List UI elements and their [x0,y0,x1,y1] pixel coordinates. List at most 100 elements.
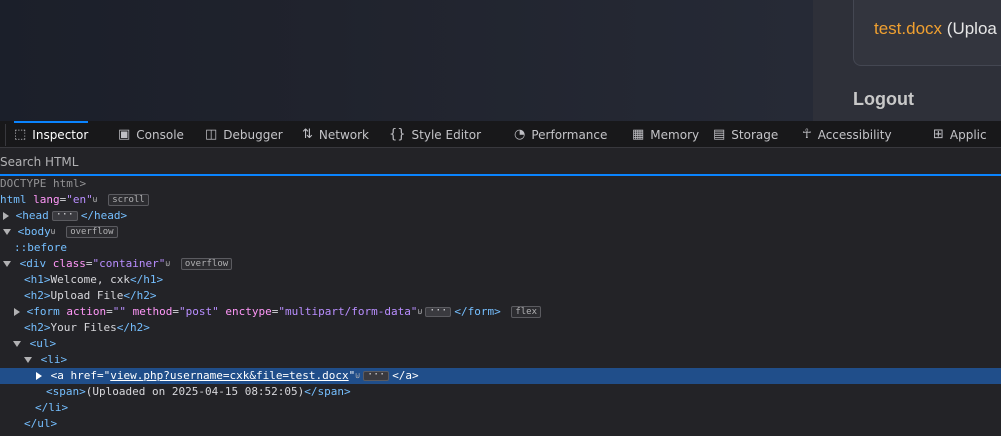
tab-memory[interactable]: ▦ Memory [632,121,700,147]
tab-performance[interactable]: ◔ Performance [514,121,608,147]
tab-inspector[interactable]: ⬚ Inspector [14,121,89,147]
logout-link[interactable]: Logout [853,89,914,110]
performance-icon: ◔ [514,127,526,142]
collapse-toggle-icon[interactable] [3,261,11,267]
tag-name: <h1> [24,273,51,286]
scroll-badge[interactable]: scroll [108,194,149,206]
page-viewport: test.docx (Uploa Logout [0,0,1001,121]
collapsed-ellipsis-icon[interactable]: ··· [425,306,452,317]
tree-row-doctype[interactable]: DOCTYPE html> [0,176,1001,192]
attr-name: enctype [225,305,272,318]
tree-row-before[interactable]: ::before [0,240,1001,256]
tree-row-head[interactable]: <head ··· </head> [0,208,1001,224]
tag-close: </li> [35,401,69,414]
attr-value: "en" [66,193,93,206]
attr-value: "multipart/form-data" [278,305,418,318]
tag-close: </form> [454,305,501,318]
tag-name: html [0,193,27,206]
tab-label: Applic [949,127,987,142]
tree-row-h2[interactable]: <h2>Upload File</h2> [0,288,1001,304]
tab-label: Debugger [223,127,283,142]
tag-name: <head [15,209,49,222]
collapsed-ellipsis-icon[interactable]: ··· [51,210,78,221]
tab-label: Network [318,127,370,142]
attr-name: lang [33,193,60,206]
overflow-badge[interactable]: overflow [180,258,233,270]
attr-name: class [52,257,86,270]
tab-label: Console [136,127,184,142]
tag-name: <ul> [29,337,57,350]
tab-label: Accessibility [817,127,892,142]
tag-close: </span> [304,385,351,398]
text-node: Upload File [50,289,124,302]
tag-close: </head> [80,209,128,222]
tab-accessibility[interactable]: ☥ Accessibility [802,121,892,147]
tag-close: </ul> [24,417,58,430]
network-icon: ⇅ [302,127,313,142]
attr-value: "container" [92,257,166,270]
collapsed-ellipsis-icon[interactable]: ··· [363,370,390,381]
memory-icon: ▦ [632,127,645,142]
toolbar-edge [0,124,6,146]
tab-style-editor[interactable]: {} Style Editor [389,121,482,147]
tree-row-h2-files[interactable]: <h2>Your Files</h2> [0,320,1001,336]
tag-name: <form [26,305,60,318]
tree-row-a-selected[interactable]: <a href="view.php?username=cxk&file=test… [0,368,1001,384]
collapse-toggle-icon[interactable] [13,341,21,347]
tree-row-form[interactable]: <form action="" method="post" enctype="m… [0,304,1001,320]
tab-application[interactable]: ⊞ Applic [933,121,987,147]
tree-row-ul[interactable]: <ul> [0,336,1001,352]
expand-toggle-icon[interactable] [14,308,20,316]
tag-name: <h2> [24,289,51,302]
flex-badge[interactable]: flex [511,306,541,318]
page-background [0,0,813,121]
attr-value: "" [112,305,126,318]
expand-toggle-icon[interactable] [36,372,42,380]
search-html-input[interactable] [0,153,600,171]
pseudo-element: ::before [14,241,67,254]
collapse-toggle-icon[interactable] [3,229,11,235]
tab-label: Style Editor [411,127,482,142]
attr-name: method [132,305,173,318]
tree-row-div-container[interactable]: <div class="container"⊍ overflow [0,256,1001,272]
tag-close: </h2> [123,289,157,302]
tab-label: Performance [531,127,608,142]
style-editor-icon: {} [389,127,406,142]
tab-console[interactable]: ▣ Console [118,121,184,147]
tag-close: </h2> [116,321,150,334]
attr-value: "post" [179,305,219,318]
file-entry: test.docx (Uploa [874,19,997,39]
tab-storage[interactable]: ▤ Storage [713,121,778,147]
tag-name: <body [17,225,51,238]
search-bar [0,149,1001,176]
tag-name: <li> [40,353,68,366]
console-icon: ▣ [118,127,131,142]
text-node: (Uploaded on 2025-04-15 08:52:05) [85,385,305,398]
tab-network[interactable]: ⇅ Network [302,121,370,147]
attr-name: action [66,305,107,318]
file-upload-meta: (Uploa [946,19,997,38]
tree-row-ul-close[interactable]: </ul> [0,416,1001,432]
tab-debugger[interactable]: ◫ Debugger [205,121,283,147]
tree-row-li[interactable]: <li> [0,352,1001,368]
tree-row-li-close[interactable]: </li> [0,400,1001,416]
tree-row-html[interactable]: html lang="en"⊍ scroll [0,192,1001,208]
accessibility-icon: ☥ [802,127,812,142]
collapse-toggle-icon[interactable] [24,357,32,363]
tab-label: Inspector [32,127,89,142]
inspector-icon: ⬚ [14,127,27,142]
tree-row-body[interactable]: <body⊍ overflow [0,224,1001,240]
file-link[interactable]: test.docx [874,19,942,38]
tag-close: </h1> [129,273,164,286]
tree-row-span[interactable]: <span>(Uploaded on 2025-04-15 08:52:05)<… [0,384,1001,400]
devtools-panel: ⬚ Inspector ▣ Console ◫ Debugger ⇅ Netwo… [0,121,1001,436]
attr-name: href [70,369,98,382]
tab-label: Memory [650,127,700,142]
overflow-badge[interactable]: overflow [66,226,118,238]
tag-name: <div [19,257,47,270]
tag-close: </a> [392,369,419,382]
tree-row-h1[interactable]: <h1>Welcome, cxk</h1> [0,272,1001,288]
devtools-toolbar: ⬚ Inspector ▣ Console ◫ Debugger ⇅ Netwo… [0,121,1001,148]
href-link[interactable]: view.php?username=cxk&file=test.docx [110,369,348,382]
expand-toggle-icon[interactable] [3,212,9,220]
